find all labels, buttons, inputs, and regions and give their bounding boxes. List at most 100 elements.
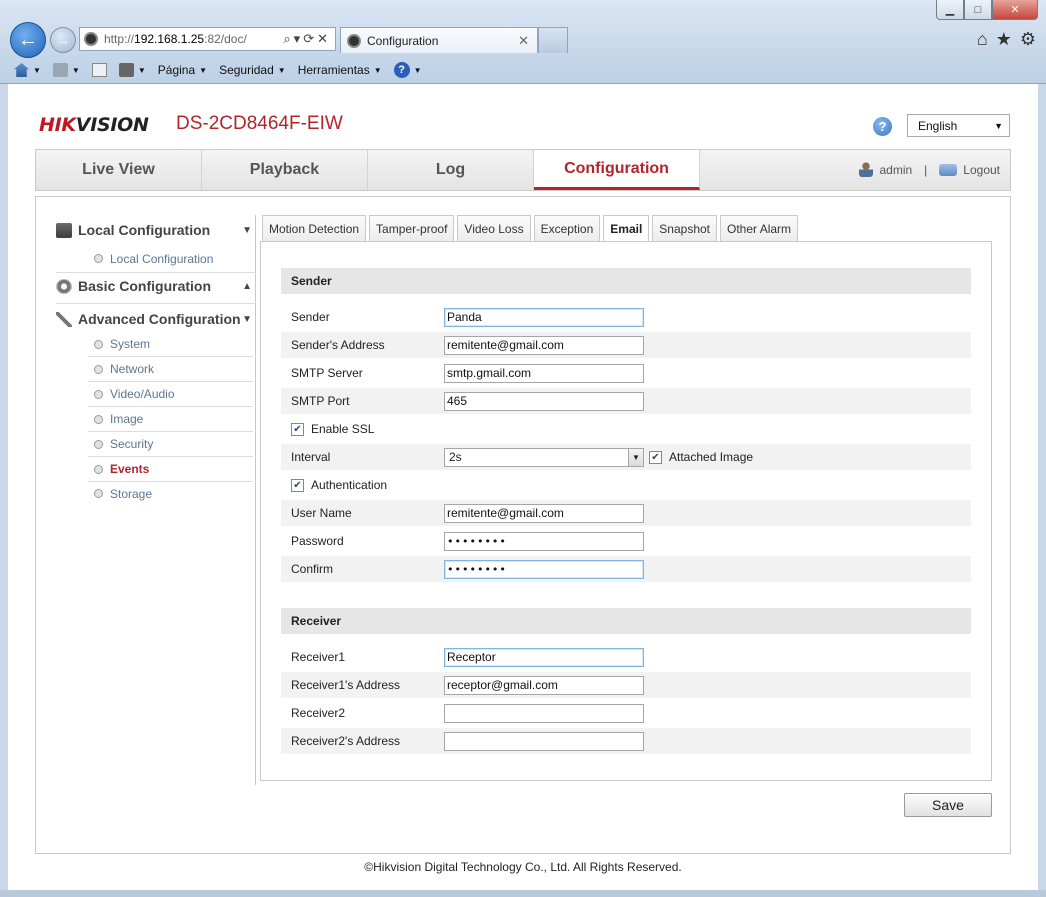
- tab-exception[interactable]: Exception: [533, 215, 601, 241]
- smtp-port-row: SMTP Port: [281, 388, 971, 414]
- enable-ssl-checkbox[interactable]: ✔: [291, 422, 304, 436]
- confirm-password-input[interactable]: [444, 559, 644, 579]
- sender-input[interactable]: [444, 307, 644, 327]
- smtp-server-input[interactable]: [444, 363, 644, 383]
- receiver1-input[interactable]: [444, 647, 644, 667]
- language-value: English: [918, 118, 958, 133]
- sidebar-item-storage[interactable]: Storage: [88, 481, 253, 506]
- config-content: Local Configuration ▼ Local Configuratio…: [35, 196, 1011, 854]
- receiver-section-header: Receiver: [281, 608, 971, 634]
- sidebar-item-label: Video/Audio: [110, 387, 175, 401]
- smtp-server-row: SMTP Server: [281, 360, 971, 386]
- printer-icon: [118, 63, 134, 77]
- sidebar-item-video-audio[interactable]: Video/Audio: [88, 382, 253, 407]
- address-tools-icons[interactable]: ⌕▾⟳✕: [283, 31, 331, 47]
- new-tab-button[interactable]: [538, 27, 568, 53]
- authentication-checkbox[interactable]: ✔: [291, 478, 304, 492]
- tab-playback[interactable]: Playback: [202, 150, 368, 190]
- browser-chrome: ▁ □ ✕ ← → http://192.168.1.25:82/doc/ ⌕▾…: [0, 0, 1046, 84]
- menu-seguridad[interactable]: Seguridad ▼: [219, 63, 286, 77]
- chevron-down-icon: ▼: [242, 224, 252, 236]
- address-bar[interactable]: http://192.168.1.25:82/doc/ ⌕▾⟳✕: [79, 27, 336, 51]
- logo-text-dark: VISION: [75, 114, 149, 136]
- sidebar-item-system[interactable]: System: [88, 332, 253, 357]
- username-input[interactable]: [444, 503, 644, 523]
- interval-select[interactable]: 2s ▼: [444, 447, 644, 467]
- logo-text-red: HIK: [39, 114, 76, 136]
- print-menu[interactable]: ▼: [118, 63, 146, 77]
- back-button[interactable]: ←: [10, 22, 46, 58]
- copyright-footer: ©Hikvision Digital Technology Co., Ltd. …: [364, 860, 682, 874]
- receiver1-address-row: Receiver1's Address: [281, 672, 971, 698]
- sidebar-item-security[interactable]: Security: [88, 432, 253, 457]
- sidebar-item-events[interactable]: Events: [88, 457, 253, 482]
- browser-tab-configuration[interactable]: Configuration ✕: [340, 27, 538, 53]
- favorites-star-icon[interactable]: ★: [996, 29, 1012, 50]
- language-select[interactable]: English ▼: [907, 114, 1010, 137]
- home-icon: [14, 63, 29, 77]
- url-prefix: http://: [104, 32, 135, 46]
- sender-address-input[interactable]: [444, 335, 644, 355]
- help-icon[interactable]: ?: [873, 117, 892, 136]
- password-input[interactable]: [444, 531, 644, 551]
- url-rest: :82/doc/: [204, 32, 247, 46]
- interval-row: Interval 2s ▼ ✔ Attached Image: [281, 444, 971, 470]
- command-bar: ▼ ▼ ▼ Página ▼ Seguridad ▼ Herramientas ▼ ?…: [0, 56, 1046, 84]
- enable-ssl-label: Enable SSL: [311, 422, 375, 436]
- mail-menu[interactable]: [91, 63, 107, 77]
- menu-basic-configuration[interactable]: Basic Configuration ▲: [56, 274, 252, 298]
- sender-address-label: Sender's Address: [291, 338, 385, 352]
- receiver2-address-input[interactable]: [444, 731, 644, 751]
- close-window-button[interactable]: ✕: [992, 0, 1038, 20]
- url-host: 192.168.1.25: [134, 32, 205, 46]
- bullet-icon: [94, 254, 103, 263]
- save-button[interactable]: Save: [904, 793, 992, 817]
- tab-log[interactable]: Log: [368, 150, 534, 190]
- chevron-down-icon: ▼: [137, 65, 146, 75]
- smtp-port-input[interactable]: [444, 391, 644, 411]
- chevron-down-icon: ▼: [277, 65, 286, 75]
- home-menu[interactable]: ▼: [14, 63, 41, 77]
- close-tab-icon[interactable]: ✕: [518, 33, 529, 49]
- menu-pagina[interactable]: Página ▼: [158, 63, 207, 77]
- dropdown-arrow-icon[interactable]: ▼: [628, 448, 643, 466]
- help-menu[interactable]: ? ▼: [393, 62, 422, 78]
- home-icon[interactable]: ⌂: [977, 29, 988, 50]
- smtp-port-label: SMTP Port: [291, 394, 350, 408]
- tab-video-loss[interactable]: Video Loss: [457, 215, 531, 241]
- menu-local-configuration[interactable]: Local Configuration ▼: [56, 218, 252, 242]
- confirm-row: Confirm: [281, 556, 971, 582]
- tab-live-view[interactable]: Live View: [36, 150, 202, 190]
- tab-email[interactable]: Email: [603, 215, 650, 242]
- sidebar-item-label: Network: [110, 362, 155, 376]
- page-viewport: HIKVISION DS-2CD8464F-EIW ? English ▼ Li…: [8, 84, 1038, 890]
- tab-other-alarm[interactable]: Other Alarm: [720, 215, 799, 241]
- logout-link[interactable]: Logout: [963, 163, 1000, 177]
- menu-advanced-configuration[interactable]: Advanced Configuration ▼: [56, 307, 252, 331]
- forward-button[interactable]: →: [50, 27, 76, 53]
- interval-label: Interval: [291, 450, 331, 464]
- sidebar-item-network[interactable]: Network: [88, 357, 253, 382]
- sender-address-row: Sender's Address: [281, 332, 971, 358]
- tab-motion-detection[interactable]: Motion Detection: [262, 215, 367, 241]
- window-controls: ▁ □ ✕: [936, 0, 1038, 20]
- receiver1-address-input[interactable]: [444, 675, 644, 695]
- tab-snapshot[interactable]: Snapshot: [652, 215, 718, 241]
- menu-herramientas[interactable]: Herramientas ▼: [298, 63, 382, 77]
- sidebar-item-image[interactable]: Image: [88, 407, 253, 432]
- feeds-menu[interactable]: ▼: [52, 63, 80, 77]
- attached-image-checkbox[interactable]: ✔: [649, 450, 662, 464]
- enable-ssl-row: ✔ Enable SSL: [281, 416, 971, 442]
- minimize-button[interactable]: ▁: [936, 0, 964, 20]
- logout-icon[interactable]: [939, 163, 958, 176]
- tab-configuration[interactable]: Configuration: [534, 150, 700, 190]
- receiver2-input[interactable]: [444, 703, 644, 723]
- bullet-icon: [94, 364, 103, 374]
- maximize-button[interactable]: □: [964, 0, 992, 20]
- sender-label: Sender: [291, 310, 330, 324]
- tab-tamper-proof[interactable]: Tamper-proof: [369, 215, 455, 241]
- sidebar-item-local-configuration[interactable]: Local Configuration: [88, 246, 253, 271]
- chevron-down-icon: ▼: [373, 65, 382, 75]
- chevron-down-icon: ▼: [33, 65, 41, 75]
- settings-gear-icon[interactable]: ⚙: [1020, 29, 1036, 50]
